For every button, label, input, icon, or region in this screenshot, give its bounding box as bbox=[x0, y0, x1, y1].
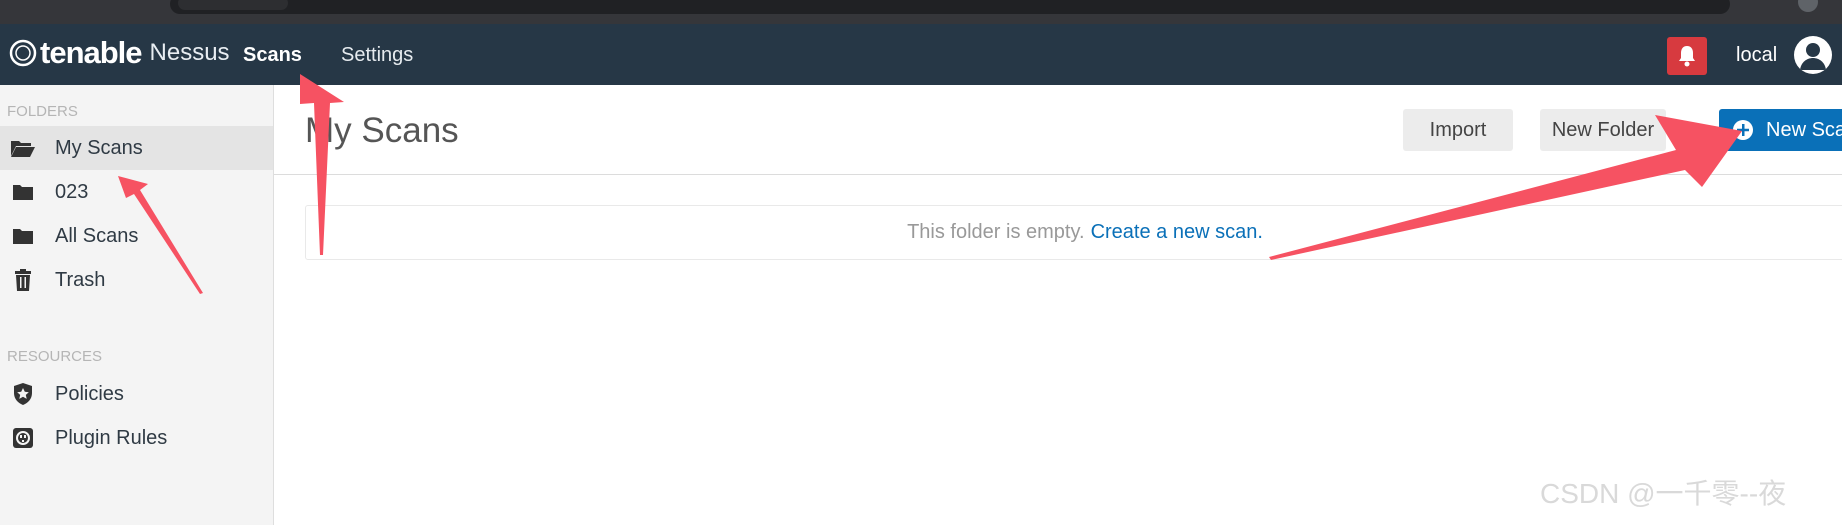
import-button[interactable]: Import bbox=[1403, 109, 1513, 151]
nav-link-settings[interactable]: Settings bbox=[341, 44, 413, 67]
sidebar-item-my-scans[interactable]: My Scans bbox=[0, 126, 273, 170]
sidebar-item-label: Trash bbox=[55, 268, 106, 291]
csdn-watermark: CSDN @一千零--夜 bbox=[1540, 478, 1787, 509]
empty-message-text: This folder is empty. bbox=[907, 221, 1085, 243]
bell-icon bbox=[1679, 46, 1695, 67]
user-name[interactable]: local bbox=[1736, 44, 1777, 67]
new-scan-button[interactable]: New Scan bbox=[1719, 109, 1842, 151]
resources-section-label: RESOURCES bbox=[7, 348, 103, 365]
new-folder-button[interactable]: New Folder bbox=[1540, 109, 1666, 151]
sidebar-item-023[interactable]: 023 bbox=[0, 170, 273, 214]
folders-section-label: FOLDERS bbox=[7, 103, 78, 120]
plus-circle-icon bbox=[1733, 120, 1753, 140]
address-bar[interactable] bbox=[170, 0, 1730, 14]
create-new-scan-link[interactable]: Create a new scan. bbox=[1091, 221, 1263, 244]
plugin-icon bbox=[10, 425, 36, 451]
trash-icon bbox=[10, 267, 36, 293]
browser-profile-icon[interactable] bbox=[1798, 0, 1818, 12]
product-name: Nessus bbox=[149, 39, 230, 66]
folder-icon bbox=[10, 179, 36, 205]
user-icon bbox=[1800, 43, 1826, 70]
sidebar-item-label: 023 bbox=[55, 180, 89, 203]
sidebar-item-policies[interactable]: Policies bbox=[0, 372, 273, 416]
sidebar-item-plugin-rules[interactable]: Plugin Rules bbox=[0, 416, 273, 460]
sidebar-item-label: Plugin Rules bbox=[55, 426, 168, 449]
top-navigation-bar: tenable Nessus Scans Settings local bbox=[0, 24, 1842, 85]
tenable-logo[interactable]: tenable Nessus bbox=[8, 35, 230, 70]
folder-icon bbox=[10, 223, 36, 249]
main-content: My Scans Import New Folder New Scan This… bbox=[274, 85, 1842, 525]
sidebar: FOLDERS My Scans 023 All Scans Trash RES… bbox=[0, 85, 274, 525]
nav-link-scans[interactable]: Scans bbox=[243, 44, 302, 67]
notifications-button[interactable] bbox=[1667, 37, 1707, 75]
page-title: My Scans bbox=[305, 111, 459, 150]
browser-chrome-strip bbox=[0, 0, 1842, 24]
user-avatar[interactable] bbox=[1794, 36, 1832, 74]
sidebar-item-label: Policies bbox=[55, 382, 124, 405]
tenable-ring-icon bbox=[9, 39, 37, 67]
sidebar-item-label: All Scans bbox=[55, 224, 139, 247]
folder-open-icon bbox=[10, 135, 36, 161]
empty-folder-message: This folder is empty. Create a new scan. bbox=[305, 205, 1842, 260]
new-scan-label: New Scan bbox=[1766, 118, 1842, 141]
brand-name: tenable bbox=[40, 35, 143, 70]
sidebar-item-all-scans[interactable]: All Scans bbox=[0, 214, 273, 258]
address-chip bbox=[178, 0, 288, 10]
sidebar-item-label: My Scans bbox=[55, 136, 143, 159]
title-divider bbox=[274, 174, 1842, 175]
shield-star-icon bbox=[10, 381, 36, 407]
sidebar-item-trash[interactable]: Trash bbox=[0, 258, 273, 302]
